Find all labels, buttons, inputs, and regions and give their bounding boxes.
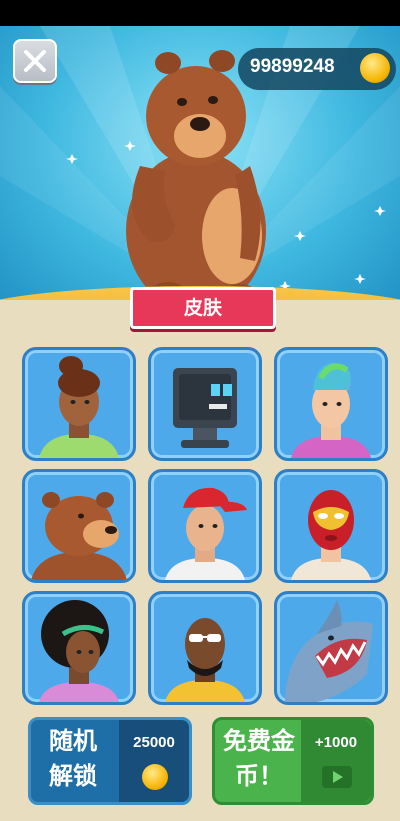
skin-tile-bear[interactable] [22,469,136,583]
free-coins-reward: +1000 [314,734,358,751]
shark-avatar [285,600,373,702]
free-coins-button[interactable]: 免费金 币！ +1000 [212,717,374,805]
random-unlock-button[interactable]: 随机 解锁 25000 [28,717,192,805]
skins-screen: 99899248 皮肤 随机 解锁 25000 免费金 币！ +1000 [0,0,400,821]
skin-tile-luchador-mask[interactable] [274,469,388,583]
free-coins-label-line1: 免费金 [223,727,295,755]
random-unlock-label-line1: 随机 [49,727,97,755]
luchador-mask-avatar [291,490,371,580]
skin-tile-red-cap-man[interactable] [148,469,262,583]
coin-balance: 99899248 [238,48,396,90]
bear-avatar [31,492,127,580]
skin-tile-woman-bun[interactable] [22,347,136,461]
free-coins-label: 免费金 币！ [221,724,297,794]
skin-tile-punk-mohawk[interactable] [274,347,388,461]
random-unlock-cost: 25000 [133,734,175,751]
status-bar [0,0,400,26]
gold-coin-icon [142,764,168,790]
free-coins-reward-panel: +1000 [301,720,371,802]
skins-title-banner: 皮肤 [117,287,289,329]
coin-count: 99899248 [250,56,335,77]
woman-bun-avatar [39,356,119,458]
close-icon [24,50,46,72]
red-cap-man-avatar [165,487,247,580]
gold-coin-icon [360,53,390,83]
robot-monitor-avatar [173,368,237,448]
skin-tile-shark[interactable] [274,591,388,705]
video-play-icon [322,766,352,788]
skin-tile-afro-headband[interactable] [22,591,136,705]
free-coins-label-line2: 币！ [235,762,283,790]
sunglasses-man-avatar [165,618,245,702]
random-unlock-cost-panel: 25000 [119,720,189,802]
punk-mohawk-avatar [291,363,371,458]
afro-headband-avatar [39,600,119,702]
random-unlock-label-line2: 解锁 [49,762,97,790]
skin-tile-robot-monitor[interactable] [148,347,262,461]
close-button[interactable] [13,39,57,83]
random-unlock-label: 随机 解锁 [41,724,105,794]
skin-tile-sunglasses-man[interactable] [148,591,262,705]
page-title: 皮肤 [183,297,222,319]
